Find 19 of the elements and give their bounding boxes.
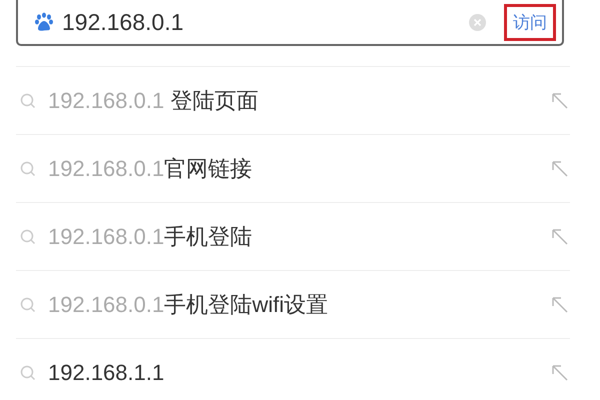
fill-arrow-icon[interactable] — [550, 158, 570, 178]
visit-button[interactable]: 访问 — [504, 4, 556, 40]
search-icon — [20, 296, 36, 312]
suggestion-text[interactable]: 192.168.0.1官网链接 — [48, 154, 550, 184]
fill-arrow-icon[interactable] — [550, 362, 570, 382]
search-field[interactable]: 192.168.0.1 访问 — [16, 0, 564, 46]
search-icon — [20, 228, 36, 244]
search-icon — [20, 364, 36, 380]
suggestion-text[interactable]: 192.168.1.1 — [48, 360, 550, 386]
suggestion-text[interactable]: 192.168.0.1手机登陆wifi设置 — [48, 290, 550, 320]
clear-icon[interactable] — [469, 14, 486, 30]
fill-arrow-icon[interactable] — [550, 226, 570, 246]
paw-icon — [34, 12, 54, 32]
fill-arrow-icon[interactable] — [550, 294, 570, 314]
search-icon — [20, 160, 36, 176]
suggestion-text[interactable]: 192.168.0.1 登陆页面 — [48, 86, 550, 116]
fill-arrow-icon[interactable] — [550, 90, 570, 110]
suggestion-text[interactable]: 192.168.0.1手机登陆 — [48, 222, 550, 252]
search-icon — [20, 92, 36, 108]
